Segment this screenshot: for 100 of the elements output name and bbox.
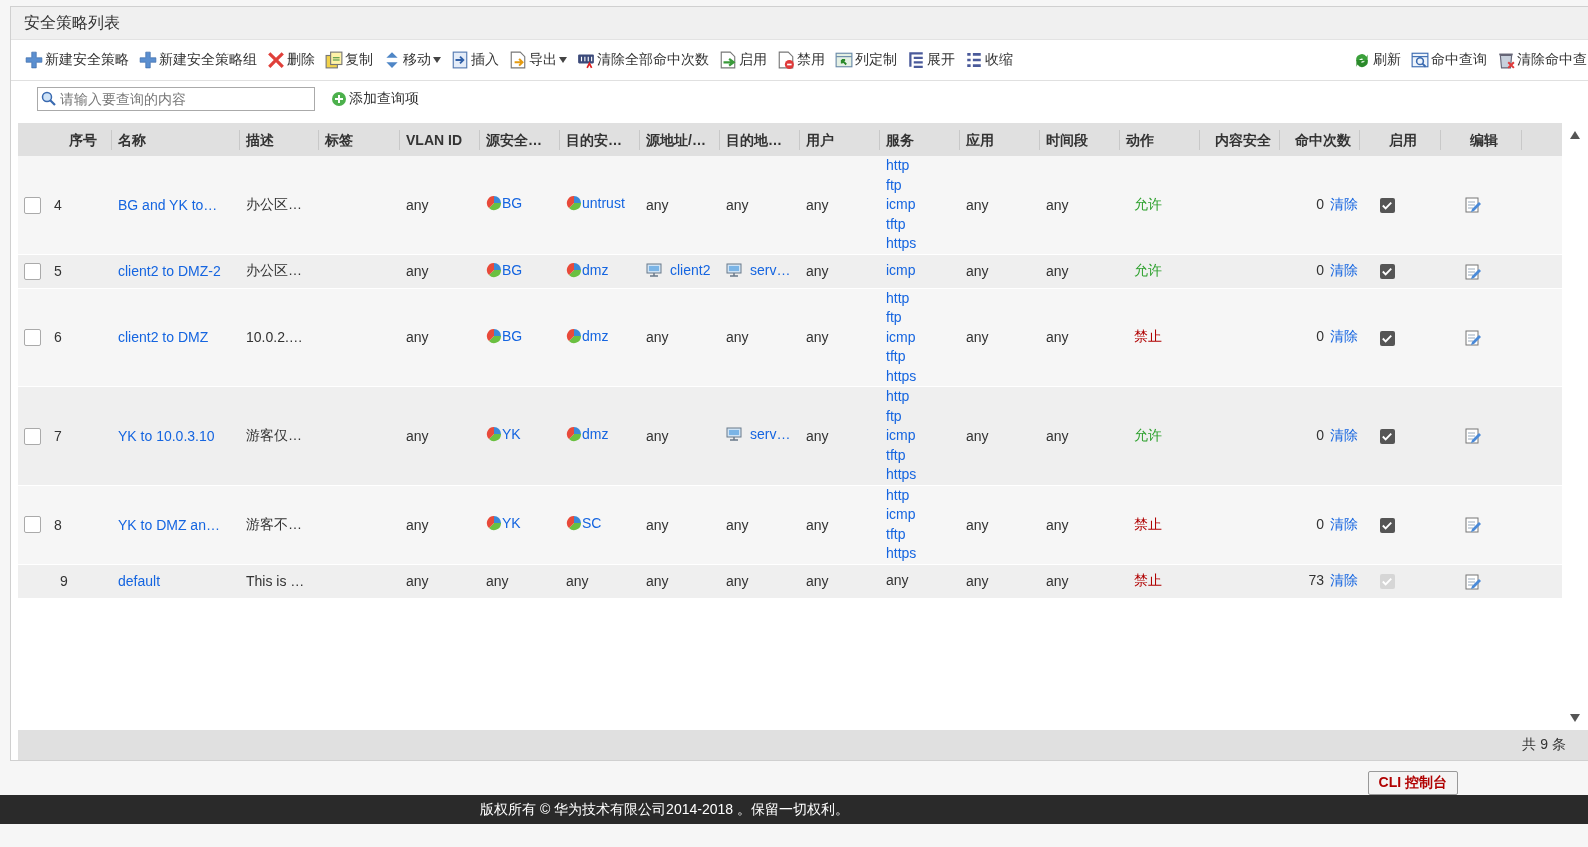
toolbar-button[interactable]: 删除: [265, 51, 317, 69]
service-link[interactable]: ftp: [886, 308, 960, 328]
service-link[interactable]: http: [886, 485, 960, 505]
pie-chart-icon: [566, 195, 582, 212]
search-field[interactable]: 请输入要查询的内容: [37, 87, 315, 111]
service-link[interactable]: http: [886, 156, 960, 176]
service-link[interactable]: http: [886, 288, 960, 308]
pie-chart-icon: [566, 261, 582, 278]
enable-checkbox[interactable]: [1380, 330, 1395, 346]
service-link[interactable]: icmp: [886, 195, 960, 215]
toolbar-button[interactable]: 复制: [323, 51, 375, 69]
clear-link[interactable]: 清除: [1330, 426, 1358, 443]
plus-circle-icon: [331, 91, 347, 107]
edit-icon[interactable]: [1465, 263, 1481, 280]
table-cell: 9: [60, 573, 68, 589]
toolbar-button[interactable]: 清除全部命中次数: [575, 51, 711, 69]
toolbar-button[interactable]: 移动: [381, 51, 443, 69]
pie-chart-icon: [566, 327, 582, 344]
zone-link[interactable]: YK: [502, 426, 521, 443]
service-link[interactable]: http: [886, 387, 960, 407]
edit-icon[interactable]: [1465, 517, 1481, 534]
list-icon: [965, 51, 983, 69]
table-cell: any: [646, 516, 669, 533]
table-cell: any: [966, 329, 989, 346]
document-minus-icon: [777, 51, 795, 69]
zone-link[interactable]: YK: [502, 515, 521, 531]
toolbar-button[interactable]: 命中查询: [1409, 51, 1489, 69]
service-link[interactable]: tftp: [886, 347, 960, 367]
table-cell: any: [406, 329, 429, 346]
enable-checkbox[interactable]: [1380, 429, 1395, 445]
zone-link[interactable]: dmz: [582, 327, 609, 344]
pie-chart-icon: [486, 426, 502, 443]
enable-checkbox[interactable]: [1380, 198, 1395, 214]
edit-icon[interactable]: [1465, 197, 1481, 214]
zone-link[interactable]: BG: [502, 327, 523, 344]
service-link[interactable]: ftp: [886, 406, 960, 426]
service-link[interactable]: icmp: [886, 327, 960, 347]
policy-name-link[interactable]: client2 to DMZ: [118, 329, 209, 346]
policy-name-link[interactable]: YK to DMZ an…: [118, 516, 220, 533]
service-link[interactable]: https: [886, 234, 960, 254]
row-checkbox[interactable]: [24, 262, 41, 280]
row-checkbox[interactable]: [24, 427, 41, 445]
cli-console-button[interactable]: CLI 控制台: [1367, 771, 1458, 795]
table-cell: any: [1046, 427, 1069, 444]
toolbar-button[interactable]: 新建安全策略: [23, 51, 131, 69]
zone-link[interactable]: BG: [502, 195, 523, 212]
row-checkbox[interactable]: [24, 329, 41, 347]
service-link[interactable]: tftp: [886, 214, 960, 234]
service-link[interactable]: tftp: [886, 524, 960, 544]
toolbar-button[interactable]: 收缩: [963, 51, 1015, 69]
clear-link[interactable]: 清除: [1330, 572, 1358, 588]
table-cell: 4: [54, 196, 62, 213]
policy-name-link[interactable]: BG and YK to…: [118, 196, 218, 213]
zone-link[interactable]: SC: [582, 515, 602, 531]
toolbar-button[interactable]: 刷新: [1351, 51, 1403, 69]
row-checkbox[interactable]: [24, 516, 41, 534]
clear-link[interactable]: 清除: [1330, 195, 1358, 212]
policy-name-link[interactable]: YK to 10.0.3.10: [118, 427, 215, 444]
service-link[interactable]: tftp: [886, 445, 960, 465]
service-link[interactable]: icmp: [886, 505, 960, 525]
table-cell: 游客不…: [246, 515, 302, 532]
clear-link[interactable]: 清除: [1330, 262, 1358, 278]
edit-icon[interactable]: [1465, 329, 1481, 346]
toolbar-button[interactable]: 列定制: [833, 51, 899, 69]
toolbar-button[interactable]: 清除命中查: [1495, 51, 1588, 69]
service-link[interactable]: ftp: [886, 175, 960, 195]
toolbar-button[interactable]: 导出: [507, 51, 569, 69]
toolbar-button[interactable]: 启用: [717, 51, 769, 69]
edit-icon[interactable]: [1465, 428, 1481, 445]
service-link[interactable]: https: [886, 366, 960, 386]
enable-checkbox[interactable]: [1380, 264, 1395, 280]
table-cell: any: [966, 516, 989, 533]
scroll-down-icon: [1570, 714, 1580, 723]
row-checkbox[interactable]: [24, 196, 41, 214]
action-text: 允许: [1134, 426, 1162, 443]
clear-link[interactable]: 清除: [1330, 515, 1358, 532]
policy-name-link[interactable]: default: [118, 573, 161, 589]
service-link[interactable]: https: [886, 465, 960, 485]
table-cell: any: [406, 263, 429, 279]
edit-icon[interactable]: [1465, 573, 1481, 590]
address-link[interactable]: serv…: [750, 426, 791, 443]
zone-link[interactable]: dmz: [582, 261, 609, 278]
table-cell: any: [806, 427, 829, 444]
document-arrow-icon: [719, 51, 737, 69]
toolbar-button[interactable]: 插入: [449, 51, 501, 69]
enable-checkbox[interactable]: [1380, 517, 1395, 533]
table-cell: any: [646, 427, 669, 444]
zone-link[interactable]: dmz: [582, 426, 609, 443]
table-cell: 6: [54, 329, 62, 346]
service-link[interactable]: https: [886, 544, 960, 564]
zone-link[interactable]: BG: [502, 261, 523, 278]
zone-link[interactable]: untrust: [582, 195, 625, 212]
action-text: 允许: [1134, 195, 1162, 212]
clear-link[interactable]: 清除: [1330, 328, 1358, 345]
service-link[interactable]: icmp: [886, 426, 960, 446]
toolbar-button[interactable]: 禁用: [775, 51, 827, 69]
add-query-button[interactable]: 添加查询项: [331, 90, 419, 108]
table-cell: any: [406, 196, 429, 213]
toolbar-button[interactable]: 新建安全策略组: [137, 51, 259, 69]
toolbar-button[interactable]: 展开: [905, 51, 957, 69]
